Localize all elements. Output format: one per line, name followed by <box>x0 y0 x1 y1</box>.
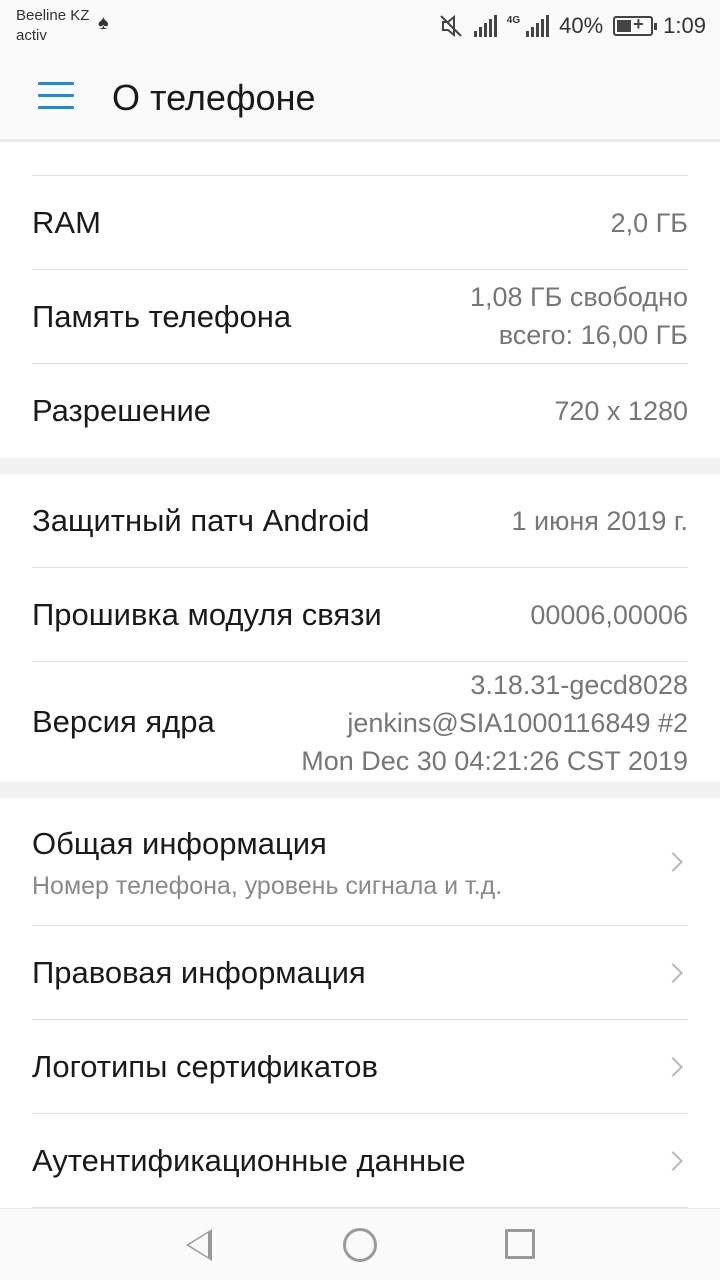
carrier-spade-icon: ♠ <box>98 12 109 34</box>
item-label: RAM <box>32 205 101 240</box>
app-bar: О телефоне <box>0 52 720 142</box>
nav-item-certification-logos[interactable]: Логотипы сертификатов <box>32 1020 688 1114</box>
chevron-right-icon <box>663 963 683 983</box>
item-subtitle: Номер телефона, уровень сигнала и т.д. <box>32 872 503 900</box>
nav-item-general-info[interactable]: Общая информация Номер телефона, уровень… <box>32 798 688 926</box>
item-label: Аутентификационные данные <box>32 1143 466 1178</box>
battery-charging-icon: + <box>613 14 658 36</box>
item-label: Общая информация <box>32 826 327 861</box>
status-bar: Beeline KZ activ ♠ 4G 40% + 1:09 <box>0 0 720 52</box>
network-type: 4G <box>506 14 521 26</box>
item-value: 1 июня 2019 г. <box>511 506 688 536</box>
chevron-right-icon <box>663 852 683 872</box>
item-label: Память телефона <box>32 299 292 334</box>
list-item-ram: RAM 2,0 ГБ <box>32 176 688 270</box>
item-value-line1: 3.18.31-gecd8028 <box>470 670 688 700</box>
back-icon[interactable] <box>186 1229 212 1261</box>
item-value: 00006,00006 <box>530 600 688 630</box>
list-item-storage: Память телефона 1,08 ГБ свободно всего: … <box>32 270 688 364</box>
settings-list[interactable]: RAM 2,0 ГБ Память телефона 1,08 ГБ свобо… <box>0 142 720 1208</box>
item-label: Версия ядра <box>32 704 215 739</box>
item-value: 720 x 1280 <box>554 396 688 426</box>
nav-item-legal-info[interactable]: Правовая информация <box>32 926 688 1020</box>
item-value: 2,0 ГБ <box>610 208 688 238</box>
carrier-info: Beeline KZ activ <box>16 6 89 46</box>
item-label: Защитный патч Android <box>32 503 370 538</box>
item-value-line2: jenkins@SIA1000116849 #2 <box>347 708 688 738</box>
list-item-security-patch: Защитный патч Android 1 июня 2019 г. <box>32 474 688 568</box>
mute-icon <box>440 14 462 38</box>
chevron-right-icon <box>663 1151 683 1171</box>
list-item-resolution: Разрешение 720 x 1280 <box>32 364 688 458</box>
system-nav-bar <box>0 1208 720 1280</box>
page-title: О телефоне <box>112 77 316 118</box>
list-item-baseband: Прошивка модуля связи 00006,00006 <box>32 568 688 662</box>
menu-icon[interactable] <box>38 82 74 110</box>
status-icons: 4G 40% + 1:09 <box>438 10 706 42</box>
carrier-name: Beeline KZ <box>16 7 90 24</box>
carrier-status: activ <box>16 27 47 44</box>
list-item-partial <box>32 142 688 176</box>
item-value-line3: Mon Dec 30 04:21:26 CST 2019 <box>301 746 688 776</box>
section-divider <box>0 458 720 474</box>
battery-percent: 40% <box>559 13 604 38</box>
nav-item-authentication-data[interactable]: Аутентификационные данные <box>32 1114 688 1208</box>
home-icon[interactable] <box>343 1228 377 1262</box>
section-divider <box>0 782 720 798</box>
item-value-line1: 1,08 ГБ свободно <box>469 282 688 312</box>
list-item-kernel: Версия ядра 3.18.31-gecd8028 jenkins@SIA… <box>32 662 688 782</box>
clock: 1:09 <box>663 13 706 38</box>
signal-2-icon <box>526 15 550 37</box>
signal-icon <box>473 15 497 37</box>
item-label: Прошивка модуля связи <box>32 597 382 632</box>
chevron-right-icon <box>663 1057 683 1077</box>
recent-apps-icon[interactable] <box>505 1229 535 1259</box>
item-label: Логотипы сертификатов <box>32 1049 378 1084</box>
item-label: Разрешение <box>32 393 212 428</box>
item-value-line2: всего: 16,00 ГБ <box>498 320 688 350</box>
item-label: Правовая информация <box>32 955 366 990</box>
